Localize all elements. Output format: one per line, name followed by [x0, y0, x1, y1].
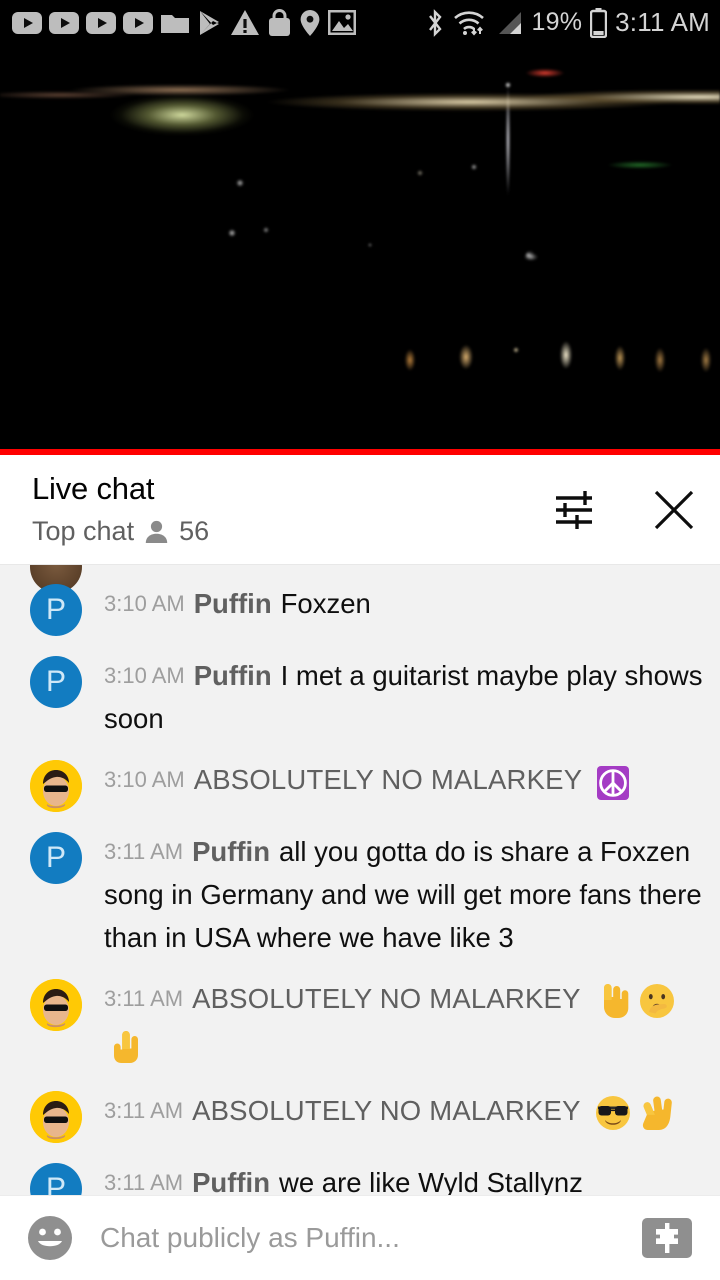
- avatar[interactable]: P: [30, 832, 82, 884]
- chat-message-body: 3:11 AM Puffin all you gotta do is share a…: [104, 830, 704, 959]
- chat-message-row[interactable]: 3:11 AM ABSOLUTELY NO MALARKEY: [0, 968, 720, 1080]
- avatar[interactable]: [30, 979, 82, 1031]
- message-author[interactable]: ABSOLUTELY NO MALARKEY: [192, 983, 581, 1014]
- chat-message-row[interactable]: P 3:10 AM Puffin Foxzen: [0, 573, 720, 645]
- video-frame: [0, 45, 720, 455]
- viewer-count-label: 56: [179, 516, 210, 546]
- location-pin-icon: [300, 9, 320, 36]
- page-title: Live chat: [32, 471, 155, 506]
- image-icon: [328, 10, 356, 35]
- message-author[interactable]: ABSOLUTELY NO MALARKEY: [194, 764, 583, 795]
- bluetooth-icon: [429, 8, 443, 37]
- chat-message-row[interactable]: 3:11 AM ABSOLUTELY NO MALARKEY: [0, 1080, 720, 1152]
- chat-message-body: 3:10 AM ABSOLUTELY NO MALARKEY: [104, 758, 704, 805]
- chat-message-row[interactable]: P 3:10 AM Puffin I met a guitarist maybe p…: [0, 645, 720, 749]
- youtube-icon: [86, 11, 116, 34]
- avatar-initial: P: [45, 1172, 66, 1195]
- chat-message-row[interactable]: P 3:11 AM Puffin all you gotta do is share…: [0, 821, 720, 968]
- close-icon[interactable]: [652, 488, 696, 532]
- profile-photo-sunglasses-icon: [30, 1091, 82, 1143]
- chat-message-row[interactable]: 3:10 AM ABSOLUTELY NO MALARKEY: [0, 749, 720, 821]
- person-icon: [145, 520, 168, 543]
- play-store-icon: [200, 10, 219, 35]
- peace-symbol-emoji: [592, 764, 634, 802]
- chat-message-body: 3:10 AM Puffin Foxzen: [104, 582, 704, 625]
- message-timestamp: 3:11 AM: [104, 839, 184, 864]
- chat-message-body: 3:11 AM ABSOLUTELY NO MALARKEY: [104, 1089, 704, 1136]
- message-text: Foxzen: [280, 588, 371, 619]
- chat-input-bar: [0, 1195, 720, 1280]
- youtube-icon: [123, 11, 153, 34]
- avatar[interactable]: P: [30, 1163, 82, 1195]
- chat-message-row[interactable]: P 3:11 AM Puffin we are like Wyld Stallynz: [0, 1152, 720, 1195]
- message-author[interactable]: Puffin: [192, 1167, 270, 1195]
- profile-photo-sunglasses-icon: [30, 760, 82, 812]
- sunglasses-face-emoji: [595, 1096, 630, 1130]
- message-author[interactable]: ABSOLUTELY NO MALARKEY: [192, 1095, 581, 1126]
- youtube-icon: [12, 11, 42, 34]
- message-timestamp: 3:11 AM: [104, 986, 184, 1011]
- video-player[interactable]: [0, 45, 720, 455]
- live-chat-header-text: Live chat Top chat 56: [32, 471, 209, 547]
- shopping-bag-icon: [269, 8, 290, 36]
- avatar-initial: P: [45, 665, 66, 698]
- avatar[interactable]: P: [30, 584, 82, 636]
- live-chat-header-actions: [554, 455, 696, 565]
- smiley-face-icon[interactable]: [26, 1214, 74, 1262]
- cellular-signal-icon: [499, 11, 522, 34]
- message-author[interactable]: Puffin: [194, 588, 272, 619]
- dollar-bill-icon[interactable]: [640, 1216, 694, 1260]
- avatar-initial: P: [45, 841, 66, 874]
- battery-percent-label: 19%: [531, 8, 583, 36]
- chat-message-body: 3:11 AM ABSOLUTELY NO MALARKEY: [104, 977, 704, 1071]
- tune-sliders-icon[interactable]: [554, 489, 600, 531]
- point-up-emoji: [114, 1031, 138, 1063]
- status-bar-notification-icons: [0, 8, 356, 37]
- status-bar: 19% 3:11 AM: [0, 0, 720, 45]
- chat-message-body: 3:11 AM Puffin we are like Wyld Stallynz: [104, 1161, 704, 1195]
- message-timestamp: 3:11 AM: [104, 1098, 184, 1123]
- status-bar-clock: 3:11 AM: [615, 7, 710, 37]
- folder-icon: [161, 14, 189, 33]
- emoji-group: [591, 1095, 679, 1133]
- chat-input[interactable]: [100, 1222, 624, 1254]
- message-text: we are like Wyld Stallynz: [279, 1167, 583, 1195]
- live-chat-message-list[interactable]: P 3:10 AM Puffin Foxzen P 3:10 AM Puffin I m…: [0, 565, 720, 1195]
- shushing-face-emoji: [639, 984, 674, 1018]
- avatar[interactable]: [30, 1091, 82, 1143]
- message-timestamp: 3:11 AM: [104, 1170, 184, 1195]
- avatar[interactable]: P: [30, 656, 82, 708]
- live-chat-header: Live chat Top chat 56: [0, 455, 720, 565]
- victory-hand-emoji: [642, 1096, 672, 1130]
- warning-triangle-icon: [231, 10, 259, 35]
- message-author[interactable]: Puffin: [192, 836, 270, 867]
- avatar-initial: P: [45, 593, 66, 626]
- youtube-icon: [49, 11, 79, 34]
- point-down-emoji: [603, 984, 628, 1018]
- message-timestamp: 3:10 AM: [104, 767, 185, 792]
- avatar[interactable]: [30, 760, 82, 812]
- message-timestamp: 3:10 AM: [104, 591, 185, 616]
- message-timestamp: 3:10 AM: [104, 663, 185, 688]
- status-bar-system-icons: 19% 3:11 AM: [425, 0, 710, 45]
- wifi-icon: [454, 10, 485, 35]
- message-author[interactable]: Puffin: [194, 660, 272, 691]
- chat-mode-label[interactable]: Top chat: [32, 516, 134, 547]
- profile-photo-sunglasses-icon: [30, 979, 82, 1031]
- battery-icon: [590, 7, 608, 38]
- chat-subheader: Top chat 56: [32, 516, 209, 547]
- chat-message-body: 3:10 AM Puffin I met a guitarist maybe pla…: [104, 654, 704, 740]
